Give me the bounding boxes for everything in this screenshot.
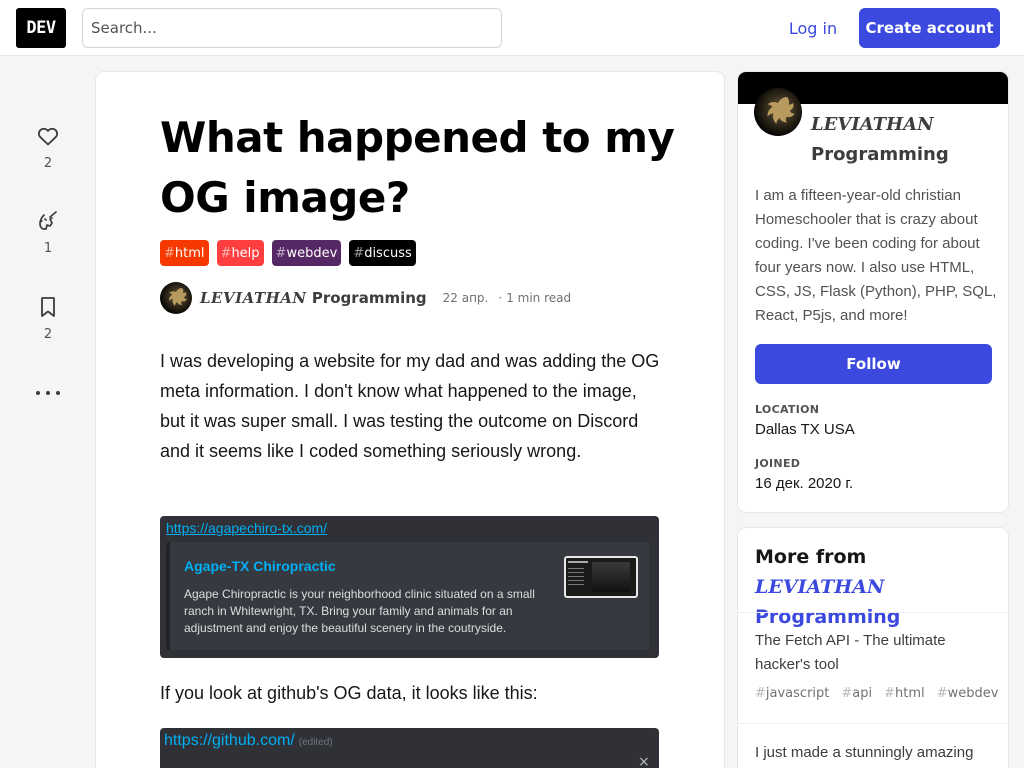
top-header: DEV Log in Create account [0, 0, 1024, 56]
publish-date: 22 апр. [442, 291, 489, 305]
bookmark-reaction[interactable]: 2 [28, 295, 68, 342]
author-name[interactable]: LEVIATHAN Programming [200, 289, 427, 307]
more-from-heading: More from LEVIATHAN Programming [755, 546, 901, 628]
author-profile-card: LEVIATHAN Programming I am a fifteen-year… [738, 72, 1008, 512]
more-from-author: More from LEVIATHAN Programming The Fetch… [738, 528, 1008, 768]
bookmark-icon [41, 297, 55, 317]
heart-icon [38, 127, 58, 146]
profile-bio: I am a fifteen-year-old christian Homesc… [755, 187, 997, 324]
search-input[interactable] [82, 8, 502, 48]
divider [738, 612, 1008, 613]
login-link[interactable]: Log in [776, 8, 850, 48]
close-icon[interactable]: × [638, 754, 650, 768]
embed-title[interactable]: Agape-TX Chiropractic [184, 558, 336, 574]
more-article-link[interactable]: I just made a stunningly amazing [755, 741, 1000, 765]
joined-label: JOINED [755, 457, 801, 470]
author-avatar[interactable] [160, 282, 192, 314]
like-count: 2 [43, 156, 53, 171]
joined-value: 16 дек. 2020 г. [755, 475, 854, 492]
profile-avatar[interactable] [754, 88, 802, 136]
create-account-button[interactable]: Create account [859, 8, 1000, 48]
tag-webdev-small[interactable]: #webdev [937, 686, 999, 701]
more-options-icon[interactable] [36, 386, 60, 400]
dragon-logo-icon [767, 97, 795, 124]
tag-html-small[interactable]: #html [884, 686, 925, 701]
embed-link[interactable]: https://agapechiro-tx.com/ [166, 520, 327, 536]
github-link[interactable]: https://github.com/(edited) [164, 732, 333, 750]
tag-help[interactable]: # help [216, 240, 264, 266]
embed-description: Agape Chiropractic is your neighborhood … [184, 587, 535, 635]
more-article-tags: #javascript #api #html #webdev [755, 686, 998, 701]
article-byline: LEVIATHAN Programming 22 апр. · 1 min rea… [160, 282, 571, 314]
tag-list: # html # help # webdev # discuss [160, 240, 416, 266]
follow-button[interactable]: Follow [755, 344, 992, 384]
embed-card: Agape-TX Chiropractic Agape Chiropractic… [166, 542, 649, 650]
bookmark-count: 2 [43, 327, 53, 342]
unicorn-icon [39, 211, 57, 230]
more-article-link[interactable]: The Fetch API - The ultimate hacker's to… [755, 629, 1000, 677]
divider [738, 723, 1008, 724]
article-paragraph: I was developing a website for my dad an… [160, 351, 660, 461]
location-value: Dallas TX USA [755, 421, 855, 438]
profile-name[interactable]: LEVIATHAN Programming [811, 110, 1001, 170]
tag-api[interactable]: #api [841, 686, 872, 701]
discord-embed-github: https://github.com/(edited) × [160, 728, 659, 768]
tag-webdev[interactable]: # webdev [271, 240, 342, 266]
unicorn-count: 1 [43, 241, 53, 256]
embed-thumbnail [564, 556, 638, 598]
article-paragraph-2: If you look at github's OG data, it look… [160, 683, 538, 703]
discord-embed-agape: https://agapechiro-tx.com/ Agape-TX Chir… [160, 516, 659, 658]
tag-discuss[interactable]: # discuss [349, 240, 416, 266]
dragon-logo-icon [169, 288, 187, 306]
article-title: What happened to my OG image? [160, 113, 675, 222]
location-label: LOCATION [755, 403, 820, 416]
unicorn-reaction[interactable]: 1 [28, 209, 68, 256]
like-reaction[interactable]: 2 [28, 124, 68, 171]
tag-javascript[interactable]: #javascript [755, 686, 829, 701]
read-time: · 1 min read [498, 291, 572, 305]
more-from-author-link[interactable]: LEVIATHAN Programming [755, 576, 900, 628]
dev-logo[interactable]: DEV [16, 8, 66, 48]
tag-html[interactable]: # html [160, 240, 209, 266]
article-card: What happened to my OG image? # html # hel… [96, 72, 724, 768]
